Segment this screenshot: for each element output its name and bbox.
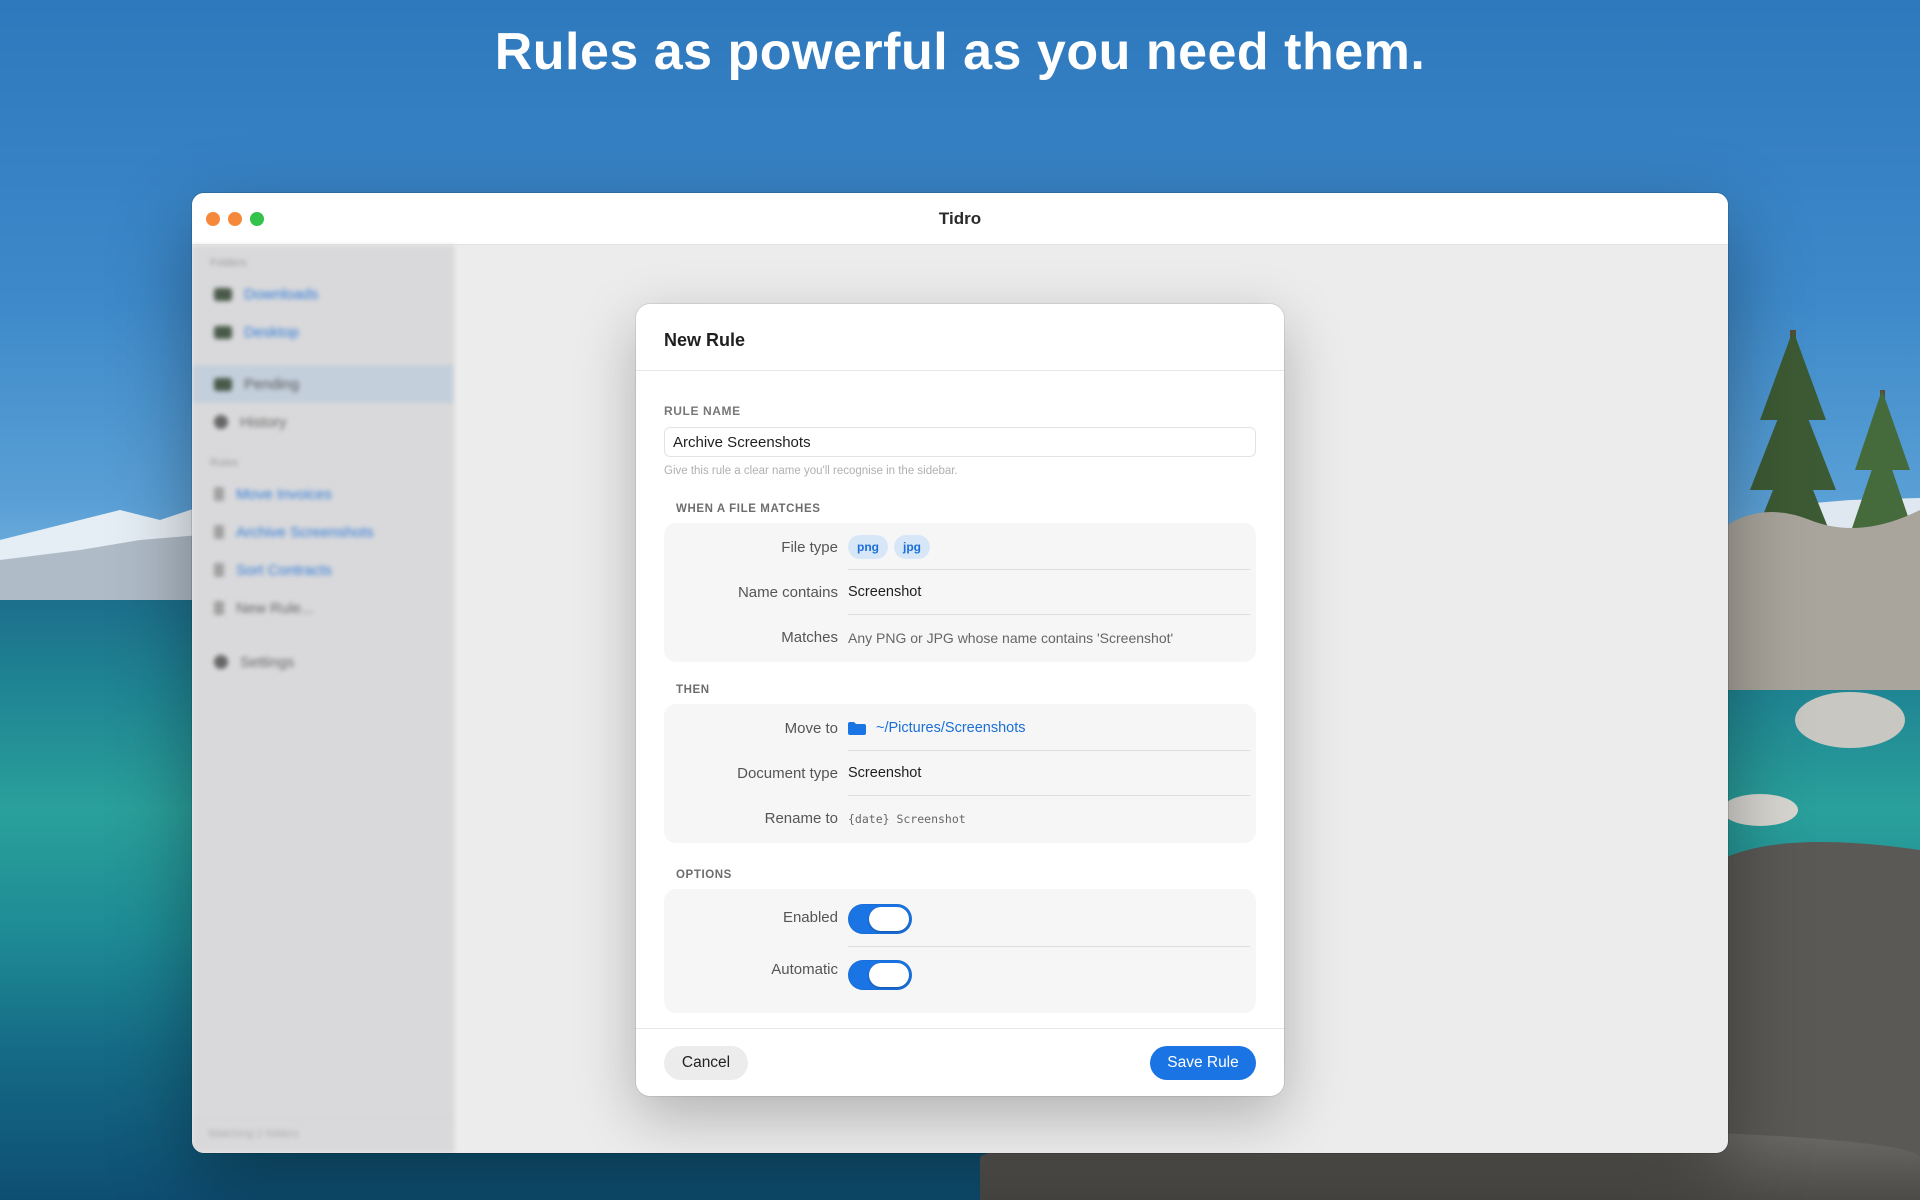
options-section-label: OPTIONS <box>676 869 732 881</box>
dialog-body: RULE NAME Give this rule a clear name yo… <box>636 371 1284 1028</box>
rule-icon <box>214 563 224 577</box>
enabled-row: Enabled <box>664 891 1256 947</box>
name-contains-row: Name contains Screenshot <box>664 570 1256 615</box>
enabled-toggle-wrap <box>848 891 1250 947</box>
sidebar-item-history[interactable]: History <box>192 403 453 441</box>
file-type-label: File type <box>781 539 838 556</box>
inbox-icon <box>214 377 232 391</box>
sidebar-item-label: Archive Screenshots <box>236 523 374 541</box>
options-group: Enabled Automatic <box>664 889 1256 1013</box>
rename-row: Rename to {date} Screenshot <box>664 796 1256 841</box>
folder-icon <box>214 287 232 301</box>
rule-icon <box>214 487 224 501</box>
sidebar-item-pending[interactable]: Pending <box>192 365 453 403</box>
automatic-toggle[interactable] <box>848 960 912 990</box>
rename-pattern-field[interactable]: {date} Screenshot <box>848 796 1250 841</box>
name-contains-field[interactable]: Screenshot <box>848 570 1250 615</box>
folder-icon <box>848 721 866 735</box>
cancel-button[interactable]: Cancel <box>664 1046 748 1080</box>
file-type-chip-png[interactable]: png <box>848 535 888 559</box>
rule-icon <box>214 525 224 539</box>
automatic-row: Automatic <box>664 947 1256 1003</box>
enabled-label: Enabled <box>782 909 838 926</box>
toggle-knob <box>869 963 909 987</box>
folder-icon <box>214 325 232 339</box>
window-title: Tidro <box>938 209 982 228</box>
sidebar-item-desktop[interactable]: Desktop <box>192 313 453 351</box>
matches-label: Matches <box>781 629 838 646</box>
rename-label: Rename to <box>764 810 838 827</box>
sidebar-item-rule[interactable]: Sort Contracts <box>192 551 453 589</box>
plus-icon <box>214 601 224 615</box>
gear-icon <box>214 655 228 669</box>
move-to-folder-picker[interactable]: ~/Pictures/Screenshots <box>848 706 1250 751</box>
toggle-knob <box>869 906 909 931</box>
sidebar-item-label: History <box>240 413 287 431</box>
file-type-row: File type png jpg <box>664 525 1256 570</box>
sidebar-section-rules: Rules <box>210 457 239 469</box>
name-contains-label: Name contains <box>737 584 838 601</box>
sidebar-item-downloads[interactable]: Downloads <box>192 275 453 313</box>
sidebar: Folders Downloads Desktop Pending Histor… <box>192 245 454 1153</box>
then-section-label: THEN <box>676 684 710 696</box>
file-type-chips: png jpg <box>848 525 1250 570</box>
sidebar-item-rule[interactable]: Move Invoices <box>192 475 453 513</box>
document-type-row: Document type Screenshot <box>664 751 1256 796</box>
automatic-toggle-wrap <box>848 947 1250 1003</box>
document-type-field[interactable]: Screenshot <box>848 751 1250 796</box>
when-section-label: WHEN A FILE MATCHES <box>676 503 821 515</box>
move-to-label: Move to <box>784 720 838 737</box>
new-rule-dialog: New Rule RULE NAME Give this rule a clea… <box>636 304 1284 1096</box>
save-rule-button[interactable]: Save Rule <box>1150 1046 1256 1080</box>
sidebar-item-rule[interactable]: Archive Screenshots <box>192 513 453 551</box>
clock-icon <box>214 415 228 429</box>
sidebar-section-folders: Folders <box>210 257 247 269</box>
sidebar-item-label: Move Invoices <box>236 485 332 503</box>
sidebar-item-label: Desktop <box>244 323 300 341</box>
enabled-toggle[interactable] <box>848 903 912 934</box>
rule-name-label: RULE NAME <box>664 404 741 418</box>
then-group: Move to ~/Pictures/Screenshots Document … <box>664 704 1256 843</box>
app-window: Tidro Folders Downloads Desktop Pending … <box>192 193 1728 1153</box>
sidebar-item-new-rule[interactable]: New Rule... <box>192 589 453 627</box>
sidebar-item-label: New Rule... <box>236 599 314 617</box>
matches-summary: Any PNG or JPG whose name contains 'Scre… <box>848 629 1174 646</box>
when-group: File type png jpg Name contains Screensh… <box>664 523 1256 662</box>
matches-row: Matches Any PNG or JPG whose name contai… <box>664 615 1256 660</box>
sidebar-item-label: Sort Contracts <box>236 561 332 579</box>
sidebar-item-label: Settings <box>240 653 295 671</box>
sidebar-item-label: Downloads <box>244 285 319 303</box>
file-type-chip-jpg[interactable]: jpg <box>894 535 930 559</box>
sidebar-item-label: Pending <box>244 375 300 393</box>
dialog-footer: Cancel Save Rule <box>636 1028 1284 1096</box>
document-type-label: Document type <box>737 765 838 782</box>
rule-name-input[interactable] <box>664 427 1256 457</box>
sidebar-footer: Watching 2 folders <box>192 1117 453 1153</box>
rule-name-hint: Give this rule a clear name you'll recog… <box>664 465 958 477</box>
automatic-label: Automatic <box>771 961 838 978</box>
dialog-title: New Rule <box>636 304 1284 371</box>
sidebar-item-settings[interactable]: Settings <box>192 643 453 681</box>
titlebar: Tidro <box>192 193 1728 245</box>
headline: Rules as powerful as you need them. <box>494 23 1426 81</box>
move-to-path: ~/Pictures/Screenshots <box>876 720 1026 736</box>
move-to-row: Move to ~/Pictures/Screenshots <box>664 706 1256 751</box>
shoreline-rocks-and-trees <box>1720 330 1920 1200</box>
